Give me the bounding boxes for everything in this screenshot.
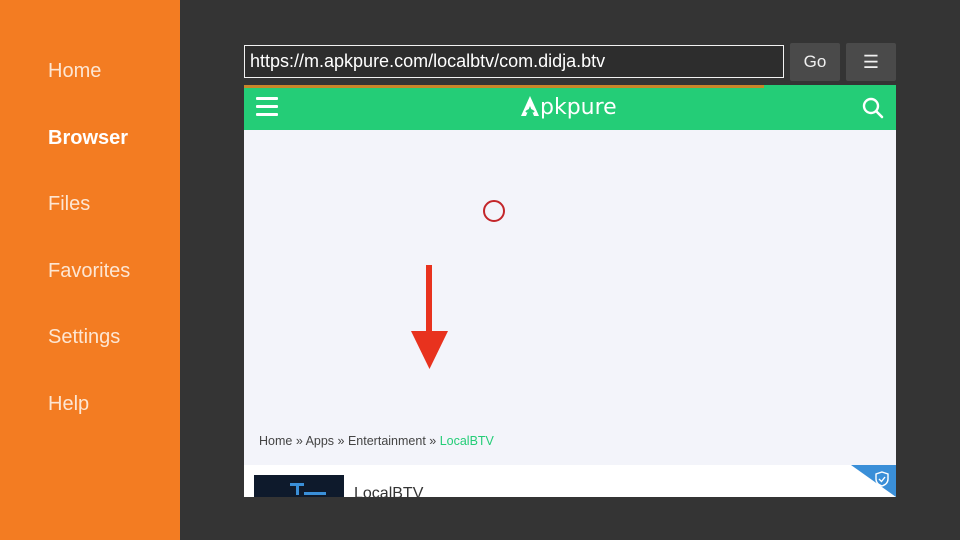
verified-shield-icon bbox=[851, 465, 896, 497]
sidebar-item-help[interactable]: Help bbox=[48, 393, 89, 416]
app-thumbnail[interactable] bbox=[254, 475, 344, 497]
logo-text: pkpure bbox=[540, 95, 617, 120]
down-arrow-annotation-icon bbox=[411, 265, 448, 369]
breadcrumb-entertainment[interactable]: Entertainment bbox=[348, 434, 426, 448]
search-icon[interactable] bbox=[862, 97, 884, 119]
app-name[interactable]: LocalBTV bbox=[354, 485, 423, 497]
sidebar-item-browser[interactable]: Browser bbox=[48, 127, 128, 150]
menu-button[interactable]: ☰ bbox=[846, 43, 896, 81]
breadcrumb-separator: » bbox=[425, 434, 440, 448]
breadcrumb-home[interactable]: Home bbox=[259, 434, 292, 448]
sidebar-item-files[interactable]: Files bbox=[48, 193, 90, 216]
sidebar: Home Browser Files Favorites Settings He… bbox=[0, 0, 180, 540]
hamburger-menu-icon[interactable] bbox=[256, 97, 278, 117]
url-input[interactable]: https://m.apkpure.com/localbtv/com.didja… bbox=[244, 45, 784, 78]
pointer-cursor bbox=[483, 200, 505, 222]
breadcrumb: Home » Apps » Entertainment » LocalBTV bbox=[259, 434, 494, 448]
site-header: pkpure bbox=[244, 85, 896, 130]
apkpure-logo-mark-icon bbox=[521, 96, 539, 116]
sidebar-item-settings[interactable]: Settings bbox=[48, 326, 120, 349]
web-page-viewport[interactable]: pkpure Home » Apps » Entertainment » Loc… bbox=[244, 85, 896, 497]
go-button[interactable]: Go bbox=[790, 43, 840, 81]
sidebar-item-favorites[interactable]: Favorites bbox=[48, 260, 130, 283]
app-card[interactable]: LocalBTV bbox=[244, 465, 896, 497]
page-load-progress bbox=[244, 85, 764, 88]
breadcrumb-current[interactable]: LocalBTV bbox=[440, 434, 494, 448]
sidebar-item-home[interactable]: Home bbox=[48, 60, 101, 83]
breadcrumb-separator: » bbox=[334, 434, 348, 448]
breadcrumb-apps[interactable]: Apps bbox=[306, 434, 335, 448]
breadcrumb-separator: » bbox=[292, 434, 306, 448]
apkpure-logo[interactable]: pkpure bbox=[520, 95, 617, 120]
